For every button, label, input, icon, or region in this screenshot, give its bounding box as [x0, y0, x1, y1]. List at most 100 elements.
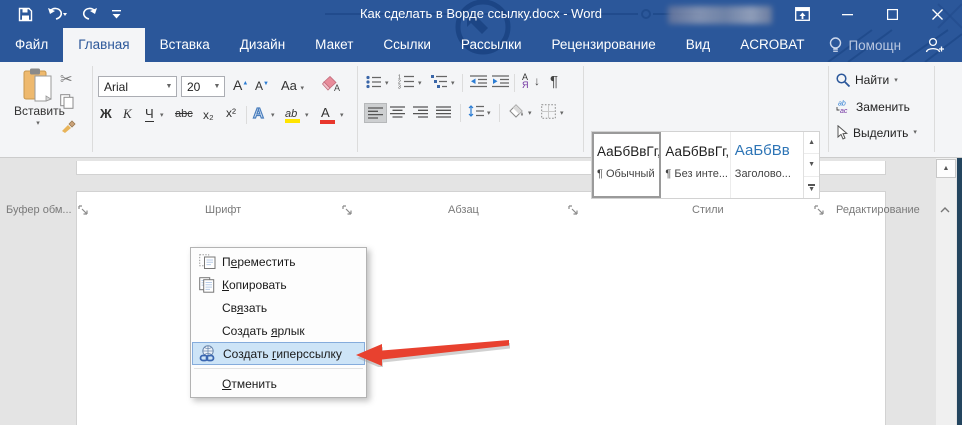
- menu-item-copy[interactable]: Копировать: [192, 273, 365, 296]
- replace-button[interactable]: abac Заменить: [836, 99, 910, 114]
- underline-button[interactable]: Ч: [145, 106, 154, 122]
- menu-item-cancel[interactable]: Отменить: [192, 372, 365, 395]
- borders-caret[interactable]: ▾: [560, 110, 564, 117]
- menu-item-create-shortcut[interactable]: Создать ярлык: [192, 319, 365, 342]
- line-spacing-icon: [468, 104, 484, 118]
- subscript-button[interactable]: x₂: [203, 108, 214, 122]
- borders-button[interactable]: [541, 104, 556, 119]
- highlight-caret[interactable]: ▾: [305, 112, 309, 119]
- tab-mailings[interactable]: Рассылки: [446, 28, 537, 62]
- numbering-button[interactable]: 123: [398, 74, 415, 89]
- styles-scroll-up-button[interactable]: ▲: [804, 132, 819, 154]
- increase-indent-icon: [492, 75, 509, 88]
- small-separator: [460, 104, 461, 122]
- hyperlink-icon: [193, 345, 223, 362]
- font-name-combo[interactable]: Arial ▼: [98, 76, 177, 97]
- close-button[interactable]: [915, 0, 960, 28]
- styles-dialog-launcher[interactable]: [814, 205, 825, 216]
- red-annotation-arrow: [352, 337, 512, 367]
- clipboard-dialog-launcher[interactable]: [78, 205, 89, 216]
- font-group-label: Шрифт: [205, 204, 241, 216]
- font-color-caret[interactable]: ▾: [340, 112, 344, 119]
- tab-references[interactable]: Ссылки: [368, 28, 446, 62]
- tab-review[interactable]: Рецензирование: [537, 28, 671, 62]
- style-card-no-spacing[interactable]: АаБбВвГг, ¶ Без инте...: [661, 132, 730, 198]
- text-effects-button[interactable]: А: [253, 105, 264, 122]
- shading-caret[interactable]: ▾: [528, 110, 532, 117]
- multilevel-list-button[interactable]: [431, 74, 448, 89]
- shrink-font-button[interactable]: А▼: [255, 79, 269, 93]
- tab-acrobat[interactable]: ACROBAT: [725, 28, 819, 62]
- underline-caret[interactable]: ▾: [160, 112, 164, 119]
- share-signin-button[interactable]: [911, 28, 958, 62]
- tab-view[interactable]: Вид: [671, 28, 725, 62]
- multilevel-caret[interactable]: ▾: [451, 80, 455, 87]
- cut-button[interactable]: ✂: [60, 70, 73, 88]
- style-card-normal[interactable]: АаБбВвГг, ¶ Обычный: [592, 132, 661, 198]
- collapse-ribbon-button[interactable]: [940, 206, 950, 214]
- bullets-caret[interactable]: ▾: [385, 80, 389, 87]
- align-left-button[interactable]: [364, 103, 387, 123]
- style-card-heading[interactable]: АаБбВв Заголово...: [731, 132, 803, 198]
- align-right-button[interactable]: [413, 106, 428, 118]
- font-dialog-launcher[interactable]: [342, 205, 353, 216]
- strikethrough-button[interactable]: abc: [175, 108, 193, 120]
- maximize-button[interactable]: [870, 0, 915, 28]
- italic-button[interactable]: К: [123, 106, 132, 122]
- style-sample: АаБбВвГг,: [597, 144, 658, 159]
- vertical-scrollbar[interactable]: ▲: [936, 158, 956, 425]
- font-color-button[interactable]: А: [321, 104, 330, 122]
- paste-button[interactable]: Вставить ▾: [14, 68, 62, 127]
- justify-button[interactable]: [436, 106, 451, 118]
- align-center-button[interactable]: [390, 106, 405, 118]
- grow-font-button[interactable]: А▲: [233, 77, 248, 93]
- clear-formatting-button[interactable]: А: [322, 76, 340, 92]
- minimize-button[interactable]: [825, 0, 870, 28]
- text-effects-caret[interactable]: ▾: [271, 112, 275, 119]
- styles-group-label: Стили: [692, 204, 724, 216]
- find-button[interactable]: Найти ▾: [836, 73, 898, 87]
- format-painter-button[interactable]: [60, 117, 76, 133]
- increase-indent-button[interactable]: [492, 75, 509, 88]
- ribbon-display-options-button[interactable]: [780, 0, 825, 28]
- comments-button[interactable]: [958, 28, 962, 62]
- select-button[interactable]: Выделить ▾: [836, 125, 917, 140]
- menu-item-link[interactable]: Связать: [192, 296, 365, 319]
- scissors-icon: ✂: [60, 70, 73, 88]
- copy-icon: [192, 277, 222, 293]
- window-controls: [780, 0, 960, 28]
- sort-arrow: ↓: [534, 74, 540, 88]
- tab-file[interactable]: Файл: [0, 28, 63, 62]
- shading-button[interactable]: [507, 103, 525, 119]
- find-label: Найти: [855, 73, 889, 87]
- decrease-indent-button[interactable]: [470, 75, 487, 88]
- copy-button[interactable]: [60, 94, 74, 109]
- bullets-button[interactable]: [366, 75, 382, 89]
- line-spacing-caret[interactable]: ▾: [487, 110, 491, 117]
- tab-design[interactable]: Дизайн: [225, 28, 300, 62]
- tab-insert[interactable]: Вставка: [145, 28, 225, 62]
- paragraph-dialog-launcher[interactable]: [568, 205, 579, 216]
- numbering-caret[interactable]: ▾: [418, 80, 422, 87]
- sort-button[interactable]: АЯ: [522, 73, 529, 89]
- tab-layout[interactable]: Макет: [300, 28, 368, 62]
- group-separator: [92, 66, 93, 152]
- highlight-color-button[interactable]: ab: [285, 104, 297, 122]
- scroll-up-button[interactable]: ▲: [936, 159, 956, 178]
- superscript-button[interactable]: x²: [226, 106, 236, 120]
- editing-group-label: Редактирование: [836, 204, 920, 216]
- lightbulb-icon: [829, 37, 842, 54]
- line-spacing-button[interactable]: [468, 104, 484, 118]
- styles-more-button[interactable]: ▼: [804, 177, 819, 198]
- menu-item-create-hyperlink[interactable]: Создать гиперссылку: [192, 342, 365, 365]
- select-label: Выделить: [853, 126, 908, 140]
- font-size-combo[interactable]: 20 ▼: [181, 76, 225, 97]
- ribbon-tab-row: Файл Главная Вставка Дизайн Макет Ссылки…: [0, 28, 962, 62]
- tab-home[interactable]: Главная: [63, 28, 144, 62]
- styles-scroll-down-button[interactable]: ▼: [804, 154, 819, 176]
- change-case-button[interactable]: Aa ▾: [281, 78, 304, 93]
- bold-button[interactable]: Ж: [100, 106, 112, 121]
- show-marks-button[interactable]: ¶: [550, 73, 558, 90]
- tell-me-box[interactable]: Помощн: [819, 28, 911, 62]
- menu-item-move[interactable]: Переместить: [192, 250, 365, 273]
